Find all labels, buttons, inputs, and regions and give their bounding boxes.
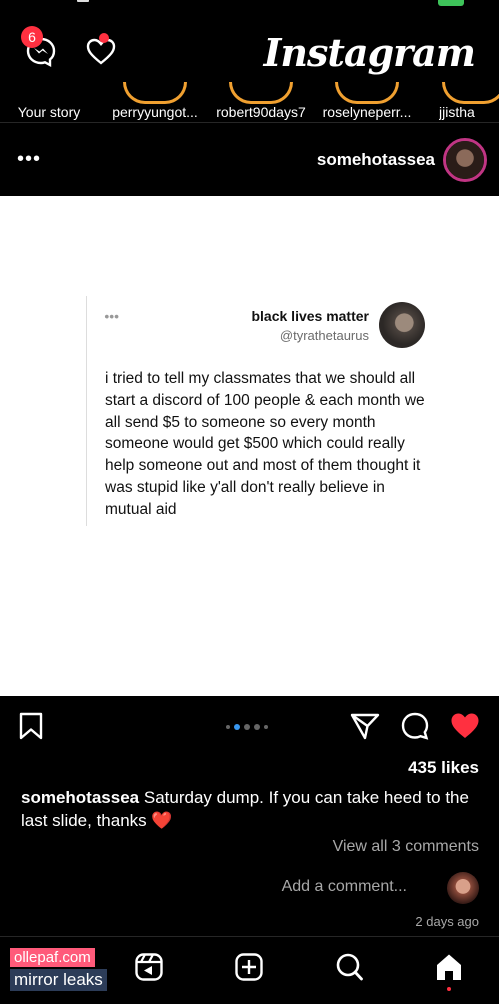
- post-timestamp: 2 days ago: [415, 914, 479, 929]
- story-item[interactable]: Your story: [0, 82, 99, 120]
- carousel-dot-active: [234, 724, 240, 730]
- tweet-avatar: [379, 302, 425, 348]
- tweet-more-icon: •••: [104, 308, 119, 324]
- home-icon[interactable]: [433, 951, 465, 991]
- story-item[interactable]: robert90days7: [211, 82, 311, 120]
- share-icon[interactable]: [349, 710, 381, 742]
- story-item[interactable]: perryyungot...: [105, 82, 205, 120]
- battery-icon: [438, 0, 464, 6]
- story-name: perryyungot...: [112, 104, 198, 120]
- story-item[interactable]: jjistha: [439, 82, 499, 120]
- story-avatar: [442, 82, 499, 104]
- post-actions: [0, 704, 499, 750]
- story-avatar: [229, 82, 293, 104]
- signal-icon: [77, 0, 89, 2]
- carousel-dot: [226, 725, 230, 729]
- view-all-comments-link[interactable]: View all 3 comments: [333, 838, 479, 856]
- watermark: ollepaf.com mirror leaks: [10, 948, 110, 991]
- carousel-dot: [244, 724, 250, 730]
- carousel-dot: [264, 725, 268, 729]
- like-icon[interactable]: [449, 710, 481, 742]
- activity-heart-icon[interactable]: [85, 33, 117, 68]
- story-name: robert90days7: [216, 104, 306, 120]
- status-bar: [0, 0, 499, 10]
- home-active-dot: [447, 987, 451, 991]
- story-name: roselyneperr...: [322, 104, 412, 120]
- story-avatar: [17, 82, 81, 104]
- post-header: somehotassea •••: [0, 128, 499, 194]
- post-username[interactable]: somehotassea: [317, 150, 435, 170]
- more-options-icon[interactable]: •••: [16, 148, 40, 171]
- tweet-handle: @tyrathetaurus: [279, 328, 369, 343]
- post-caption: somehotassea Saturday dump. If you can t…: [21, 786, 481, 832]
- current-user-avatar: [447, 872, 479, 904]
- reels-icon[interactable]: [133, 951, 165, 983]
- story-name: jjistha: [439, 104, 475, 120]
- add-comment-row[interactable]: Add a comment...: [0, 872, 499, 904]
- divider: [0, 122, 499, 123]
- story-item[interactable]: roselyneperr...: [317, 82, 417, 120]
- messenger-icon[interactable]: 6: [21, 26, 57, 68]
- save-icon[interactable]: [15, 710, 47, 742]
- tweet-text: i tried to tell my classmates that we sh…: [105, 370, 425, 518]
- notification-dot: [99, 33, 109, 43]
- story-avatar: [335, 82, 399, 104]
- post-image[interactable]: black lives matter @tyrathetaurus ••• i …: [0, 196, 499, 696]
- comment-icon[interactable]: [399, 710, 431, 742]
- story-avatar: [123, 82, 187, 104]
- carousel-dot: [254, 724, 260, 730]
- app-title: Instagram: [263, 30, 475, 75]
- caption-username[interactable]: somehotassea: [21, 788, 139, 807]
- add-post-icon[interactable]: [233, 951, 265, 983]
- watermark-line2: mirror leaks: [10, 969, 107, 991]
- search-icon[interactable]: [333, 951, 365, 983]
- top-header: Instagram 6: [0, 22, 499, 82]
- post-author-avatar[interactable]: [443, 138, 487, 182]
- mirrored-screen: Instagram 6 Your story perryyungot... ro…: [0, 0, 499, 1004]
- add-comment-input[interactable]: Add a comment...: [282, 878, 407, 896]
- like-count[interactable]: 435 likes: [408, 758, 479, 778]
- instagram-logo[interactable]: Instagram: [264, 30, 475, 75]
- stories-row[interactable]: Your story perryyungot... robert90days7 …: [0, 82, 499, 120]
- watermark-line1: ollepaf.com: [10, 948, 95, 967]
- story-name: Your story: [17, 104, 81, 120]
- tweet-border: [86, 296, 87, 526]
- tweet-name: black lives matter: [251, 308, 369, 324]
- carousel-indicator: [207, 722, 287, 732]
- message-count-badge: 6: [21, 26, 43, 48]
